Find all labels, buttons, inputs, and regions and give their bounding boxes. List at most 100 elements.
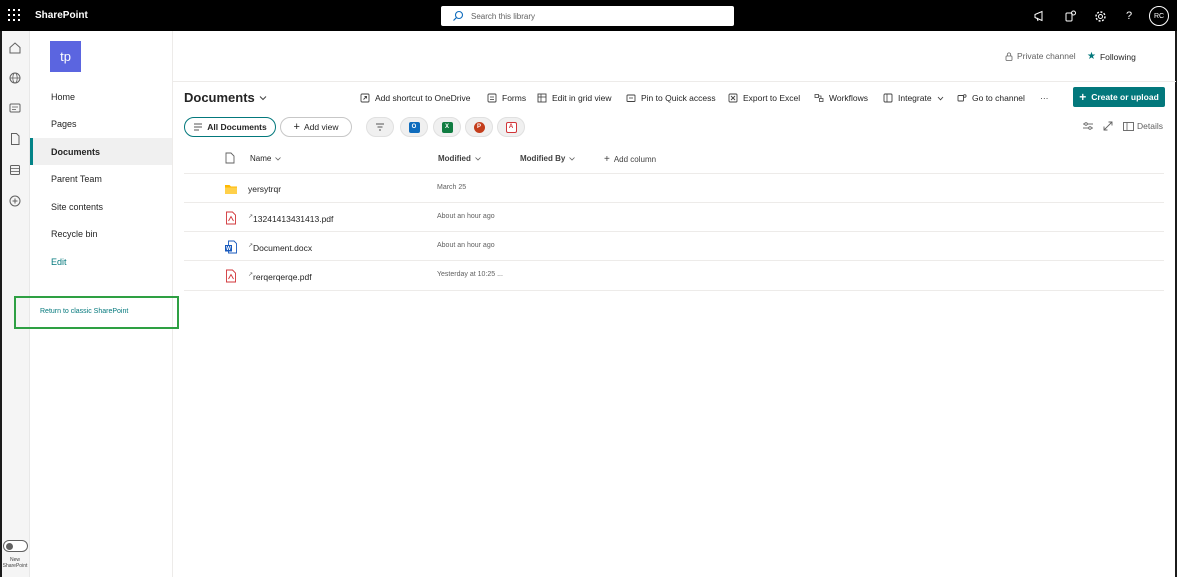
customize-view-button[interactable] [1082, 121, 1094, 131]
column-modified-by[interactable]: Modified By [520, 154, 576, 163]
chevron-down-icon [569, 156, 576, 161]
table-row[interactable]: ↗13241413431413.pdf About an hour ago [184, 202, 1164, 231]
export-excel-button[interactable]: Export to Excel [728, 91, 800, 105]
table-bottom-border [184, 290, 1164, 291]
pdf-file-icon [226, 211, 236, 225]
pdf-filter-pill[interactable]: A [497, 117, 525, 137]
grid-icon [537, 93, 547, 103]
new-sharepoint-label: New SharePoint [2, 557, 28, 569]
forms-button[interactable]: Forms [487, 91, 526, 105]
teams-icon [957, 94, 967, 102]
outlook-filter-pill[interactable]: O [400, 117, 428, 137]
add-shortcut-button[interactable]: Add shortcut to OneDrive [360, 91, 470, 105]
add-column-button[interactable]: + Add column [604, 154, 656, 165]
modified-date: March 25 [437, 184, 467, 191]
suite-header: SharePoint Search this library ? RC [0, 0, 1177, 31]
pdf-file-icon [226, 269, 236, 283]
lists-icon[interactable] [8, 163, 22, 177]
filter-icon [376, 123, 384, 131]
create-upload-button[interactable]: + Create or upload [1073, 87, 1165, 107]
add-view-button[interactable]: + Add view [280, 117, 352, 137]
new-sharepoint-toggle[interactable] [3, 540, 28, 552]
sliders-icon [1083, 122, 1093, 130]
forms-icon [487, 93, 497, 103]
app-launcher-icon[interactable] [8, 9, 22, 23]
integrate-icon [883, 93, 893, 103]
news-icon[interactable] [8, 101, 22, 115]
folder-icon [225, 185, 237, 194]
nav-item-parent-team[interactable]: Parent Team [30, 165, 172, 192]
table-row[interactable]: yersytrqr March 25 [184, 173, 1164, 202]
file-type-icon[interactable] [225, 152, 235, 164]
table-row[interactable]: W ↗Document.docx About an hour ago [184, 231, 1164, 260]
megaphone-icon[interactable] [1032, 8, 1048, 24]
nav-item-documents[interactable]: Documents [30, 138, 172, 165]
user-avatar[interactable]: RC [1149, 6, 1169, 26]
column-name[interactable]: Name [250, 154, 282, 163]
following-label: Following [1099, 51, 1136, 62]
expand-icon [1103, 121, 1113, 131]
table-header: Name Modified Modified By + Add column [184, 149, 1164, 169]
nav-item-site-contents[interactable]: Site contents [30, 193, 172, 220]
nav-item-home[interactable]: Home [30, 83, 172, 110]
outlook-icon: O [408, 121, 420, 133]
file-name[interactable]: yersytrqr [248, 184, 281, 194]
chevron-down-icon [475, 156, 481, 161]
globe-icon[interactable] [8, 71, 22, 85]
nav-item-pages[interactable]: Pages [30, 110, 172, 137]
files-icon[interactable] [8, 132, 22, 146]
excel-icon [728, 93, 738, 103]
edit-grid-view-button[interactable]: Edit in grid view [537, 91, 612, 105]
integrate-menu[interactable]: Integrate [883, 91, 944, 105]
private-channel-indicator: Private channel [1005, 51, 1076, 61]
nav-item-recycle-bin[interactable]: Recycle bin [30, 220, 172, 247]
powerpoint-icon: P [473, 121, 485, 133]
search-icon [453, 10, 464, 21]
header-divider [173, 81, 1176, 82]
following-button[interactable]: ★ Following [1087, 51, 1136, 62]
modified-date: About an hour ago [437, 213, 495, 220]
nav-edit-link[interactable]: Edit [30, 248, 172, 275]
shortcut-icon [360, 93, 370, 103]
view-list-icon [194, 123, 203, 131]
excel-icon: X [441, 121, 453, 133]
file-name[interactable]: ↗13241413431413.pdf [248, 213, 333, 224]
app-name[interactable]: SharePoint [35, 10, 88, 21]
file-name[interactable]: ↗Document.docx [248, 242, 312, 253]
powerpoint-filter-pill[interactable]: P [465, 117, 493, 137]
lock-icon [1005, 52, 1013, 61]
filter-button[interactable] [366, 117, 394, 137]
modified-date: Yesterday at 10:25 ... [437, 271, 503, 278]
feedback-icon[interactable] [1062, 8, 1078, 24]
chevron-down-icon [937, 96, 943, 100]
file-name[interactable]: ↗rerqerqerqe.pdf [248, 271, 312, 282]
column-modified[interactable]: Modified [438, 154, 481, 163]
workflows-button[interactable]: Workflows [814, 91, 868, 105]
table-row[interactable]: ↗rerqerqerqe.pdf Yesterday at 10:25 ... [184, 260, 1164, 289]
chevron-down-icon [275, 156, 282, 161]
pdf-icon: A [505, 121, 517, 133]
star-icon: ★ [1087, 51, 1096, 62]
return-to-classic-link[interactable]: Return to classic SharePoint [14, 296, 179, 329]
more-commands-button[interactable]: ··· [1040, 91, 1049, 105]
excel-filter-pill[interactable]: X [433, 117, 461, 137]
private-channel-label: Private channel [1017, 51, 1076, 61]
help-icon[interactable]: ? [1121, 8, 1137, 24]
details-pane-button[interactable]: Details [1123, 121, 1163, 131]
search-box[interactable]: Search this library [441, 6, 734, 26]
plus-icon: + [1079, 90, 1087, 104]
plus-icon: + [293, 121, 300, 133]
view-all-documents[interactable]: All Documents [184, 117, 276, 137]
search-placeholder: Search this library [471, 12, 536, 21]
chevron-down-icon [259, 95, 267, 100]
svg-text:W: W [226, 246, 231, 252]
go-to-channel-button[interactable]: Go to channel [957, 91, 1025, 105]
site-logo[interactable]: tp [50, 41, 81, 72]
gear-icon[interactable] [1092, 8, 1108, 24]
pin-icon [626, 94, 636, 102]
library-title[interactable]: Documents [184, 90, 267, 105]
home-icon[interactable] [8, 41, 22, 55]
create-icon[interactable] [8, 194, 22, 208]
fullscreen-button[interactable] [1103, 121, 1113, 131]
pin-quick-access-button[interactable]: Pin to Quick access [626, 91, 716, 105]
